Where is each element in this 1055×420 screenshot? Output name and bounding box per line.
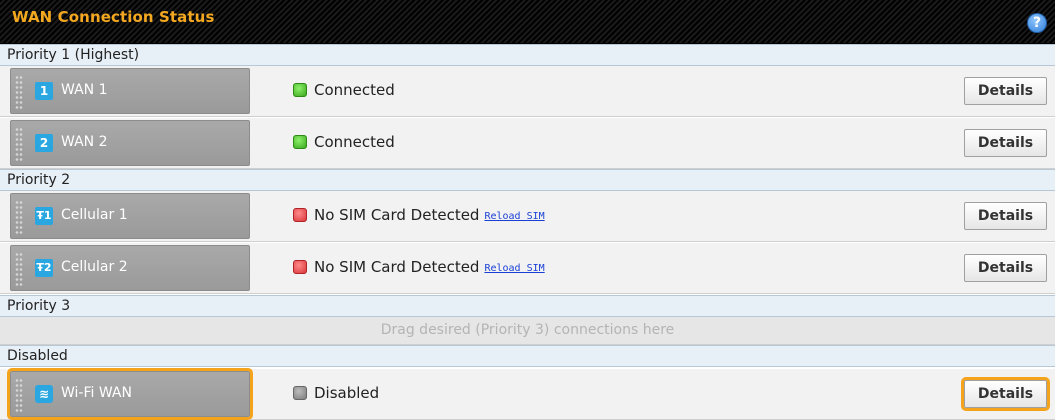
- grip-icon: [15, 127, 23, 161]
- reload-sim-link[interactable]: Reload SIM: [484, 211, 544, 222]
- drag-handle-wan-1[interactable]: 1 WAN 1: [10, 68, 250, 114]
- connection-name: WAN 2: [61, 134, 108, 150]
- priority-2-label: Priority 2: [0, 169, 1055, 191]
- wan-2-icon: 2: [35, 134, 53, 152]
- grip-icon: [15, 252, 23, 286]
- status-text: Connected: [314, 81, 395, 99]
- connection-name: Wi-Fi WAN: [61, 385, 132, 401]
- grip-icon: [15, 378, 23, 412]
- priority-3-label: Priority 3: [0, 295, 1055, 317]
- connection-row-wan-2: 2 WAN 2 Connected Details: [0, 118, 1055, 169]
- status-text: Disabled: [314, 384, 380, 402]
- status-text: No SIM Card Detected: [314, 258, 480, 276]
- connection-name: Cellular 2: [61, 259, 128, 275]
- grip-icon: [15, 200, 23, 234]
- status-led-icon: [293, 386, 307, 400]
- connection-status: Connected: [293, 133, 395, 151]
- connection-row-wifi-wan: ≋ Wi-Fi WAN Disabled Details: [0, 368, 1055, 420]
- details-button-wifi-wan[interactable]: Details: [961, 377, 1050, 411]
- grip-icon: [15, 75, 23, 109]
- details-button-wan-2[interactable]: Details: [964, 129, 1047, 157]
- details-button-cellular-1[interactable]: Details: [964, 202, 1047, 230]
- connection-status: Connected: [293, 81, 395, 99]
- drag-handle-cellular-1[interactable]: Ŧ1 Cellular 1: [10, 193, 250, 239]
- status-led-icon: [293, 83, 307, 97]
- status-text: Connected: [314, 133, 395, 151]
- connection-name: WAN 1: [61, 82, 108, 98]
- connection-status: Disabled: [293, 384, 379, 402]
- connection-row-wan-1: 1 WAN 1 Connected Details: [0, 66, 1055, 117]
- connection-row-cellular-1: Ŧ1 Cellular 1 No SIM Card Detected Reload…: [0, 191, 1055, 242]
- drag-handle-cellular-2[interactable]: Ŧ2 Cellular 2: [10, 245, 250, 291]
- panel-title: WAN Connection Status: [12, 8, 215, 26]
- details-button-wan-1[interactable]: Details: [964, 77, 1047, 105]
- wan-connection-status-panel: WAN Connection Status ? Priority 1 (High…: [0, 0, 1055, 420]
- status-led-icon: [293, 208, 307, 222]
- status-text: No SIM Card Detected: [314, 206, 480, 224]
- drag-handle-wifi-wan[interactable]: ≋ Wi-Fi WAN: [7, 368, 253, 420]
- wan-1-icon: 1: [35, 82, 53, 100]
- connection-row-cellular-2: Ŧ2 Cellular 2 No SIM Card Detected Reload…: [0, 243, 1055, 294]
- cellular-1-icon: Ŧ1: [35, 207, 53, 225]
- status-led-icon: [293, 135, 307, 149]
- help-icon[interactable]: ?: [1027, 13, 1047, 33]
- panel-header: WAN Connection Status ?: [0, 0, 1055, 44]
- priority-3-drop-zone[interactable]: Drag desired (Priority 3) connections he…: [0, 317, 1055, 345]
- priority-1-label: Priority 1 (Highest): [0, 44, 1055, 66]
- connection-name: Cellular 1: [61, 207, 128, 223]
- connection-status: No SIM Card Detected Reload SIM: [293, 258, 545, 276]
- cellular-2-icon: Ŧ2: [35, 259, 53, 277]
- reload-sim-link[interactable]: Reload SIM: [484, 263, 544, 274]
- disabled-label: Disabled: [0, 345, 1055, 367]
- status-led-icon: [293, 260, 307, 274]
- details-button-cellular-2[interactable]: Details: [964, 254, 1047, 282]
- wifi-icon: ≋: [35, 385, 53, 403]
- connection-status: No SIM Card Detected Reload SIM: [293, 206, 545, 224]
- drag-handle-wan-2[interactable]: 2 WAN 2: [10, 120, 250, 166]
